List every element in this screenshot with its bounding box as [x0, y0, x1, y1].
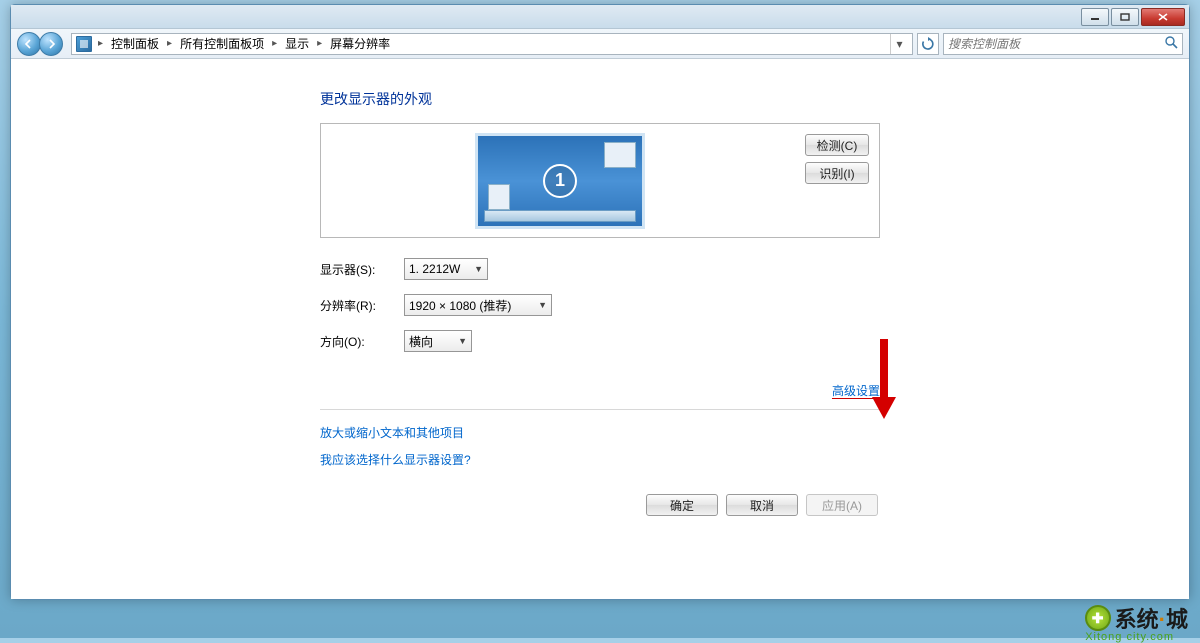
chevron-right-icon: ▸ [165, 38, 174, 49]
resolution-select[interactable]: 1920 × 1080 (推荐) ▼ [404, 294, 552, 316]
search-icon [1164, 35, 1178, 52]
display-select[interactable]: 1. 2212W ▼ [404, 258, 488, 280]
help-links: 放大或缩小文本和其他项目 我应该选择什么显示器设置? [320, 424, 880, 468]
display-value: 1. 2212W [409, 262, 460, 276]
breadcrumb-item[interactable]: 显示 [283, 34, 311, 53]
settings-panel: 更改显示器的外观 1 检测(C) 识别(I) 显示器(S): [320, 89, 880, 516]
chevron-down-icon: ▼ [538, 300, 547, 310]
forward-button[interactable] [39, 32, 63, 56]
orientation-value: 横向 [409, 333, 433, 350]
advanced-row: 高级设置 [320, 382, 880, 399]
preview-side-buttons: 检测(C) 识别(I) [801, 130, 873, 231]
orientation-row: 方向(O): 横向 ▼ [320, 330, 880, 352]
ok-button[interactable]: 确定 [646, 494, 718, 516]
chevron-down-icon: ▼ [474, 264, 483, 274]
detect-button[interactable]: 检测(C) [805, 134, 869, 156]
window: ▸ 控制面板 ▸ 所有控制面板项 ▸ 显示 ▸ 屏幕分辨率 ▾ 更改显示器的外观 [10, 4, 1190, 600]
chevron-down-icon: ▼ [458, 336, 467, 346]
watermark-sub: Xitong city.com [1085, 631, 1174, 643]
identify-button[interactable]: 识别(I) [805, 162, 869, 184]
breadcrumb-item[interactable]: 所有控制面板项 [178, 34, 266, 53]
maximize-button[interactable] [1111, 8, 1139, 26]
chevron-right-icon: ▸ [96, 38, 105, 49]
display-help-link[interactable]: 我应该选择什么显示器设置? [320, 451, 880, 468]
display-row: 显示器(S): 1. 2212W ▼ [320, 258, 880, 280]
separator [320, 409, 880, 410]
address-dropdown-button[interactable]: ▾ [890, 34, 908, 54]
nav-buttons [17, 32, 63, 56]
search-input[interactable] [948, 37, 1164, 51]
monitor-1[interactable]: 1 [475, 133, 645, 229]
watermark-text: 系统·城 [1115, 602, 1188, 634]
text-scaling-link[interactable]: 放大或缩小文本和其他项目 [320, 424, 880, 441]
close-button[interactable] [1141, 8, 1185, 26]
breadcrumb-bar[interactable]: ▸ 控制面板 ▸ 所有控制面板项 ▸ 显示 ▸ 屏幕分辨率 ▾ [71, 33, 913, 55]
watermark: ✚ 系统·城 Xitong city.com [1085, 602, 1188, 634]
chevron-right-icon: ▸ [270, 38, 279, 49]
display-preview: 1 检测(C) 识别(I) [320, 123, 880, 238]
breadcrumb-item[interactable]: 屏幕分辨率 [328, 34, 392, 53]
window-icon [604, 142, 636, 168]
back-button[interactable] [17, 32, 41, 56]
resolution-label: 分辨率(R): [320, 297, 390, 314]
resolution-value: 1920 × 1080 (推荐) [409, 297, 511, 314]
chevron-right-icon: ▸ [315, 38, 324, 49]
forward-icon [46, 39, 56, 49]
content-area: 更改显示器的外观 1 检测(C) 识别(I) 显示器(S): [11, 59, 1189, 599]
back-icon [24, 39, 34, 49]
apply-button[interactable]: 应用(A) [806, 494, 878, 516]
breadcrumb-item[interactable]: 控制面板 [109, 34, 161, 53]
resolution-row: 分辨率(R): 1920 × 1080 (推荐) ▼ [320, 294, 880, 316]
titlebar [11, 5, 1189, 29]
monitor-number: 1 [543, 164, 577, 198]
dialog-buttons: 确定 取消 应用(A) [320, 494, 880, 516]
address-bar: ▸ 控制面板 ▸ 所有控制面板项 ▸ 显示 ▸ 屏幕分辨率 ▾ [11, 29, 1189, 59]
page-title: 更改显示器的外观 [320, 89, 880, 109]
watermark-logo-icon: ✚ [1085, 605, 1111, 631]
close-icon [1157, 12, 1169, 22]
search-box[interactable] [943, 33, 1183, 55]
preview-area[interactable]: 1 [327, 130, 793, 231]
window-icon [488, 184, 510, 210]
settings-form: 显示器(S): 1. 2212W ▼ 分辨率(R): 1920 × 1080 (… [320, 258, 880, 352]
display-label: 显示器(S): [320, 261, 390, 278]
refresh-button[interactable] [917, 33, 939, 55]
advanced-settings-link[interactable]: 高级设置 [832, 382, 880, 399]
cancel-button[interactable]: 取消 [726, 494, 798, 516]
minimize-button[interactable] [1081, 8, 1109, 26]
minimize-icon [1090, 13, 1100, 21]
maximize-icon [1120, 13, 1130, 21]
control-panel-icon [76, 36, 92, 52]
orientation-label: 方向(O): [320, 333, 390, 350]
refresh-icon [921, 37, 935, 51]
orientation-select[interactable]: 横向 ▼ [404, 330, 472, 352]
